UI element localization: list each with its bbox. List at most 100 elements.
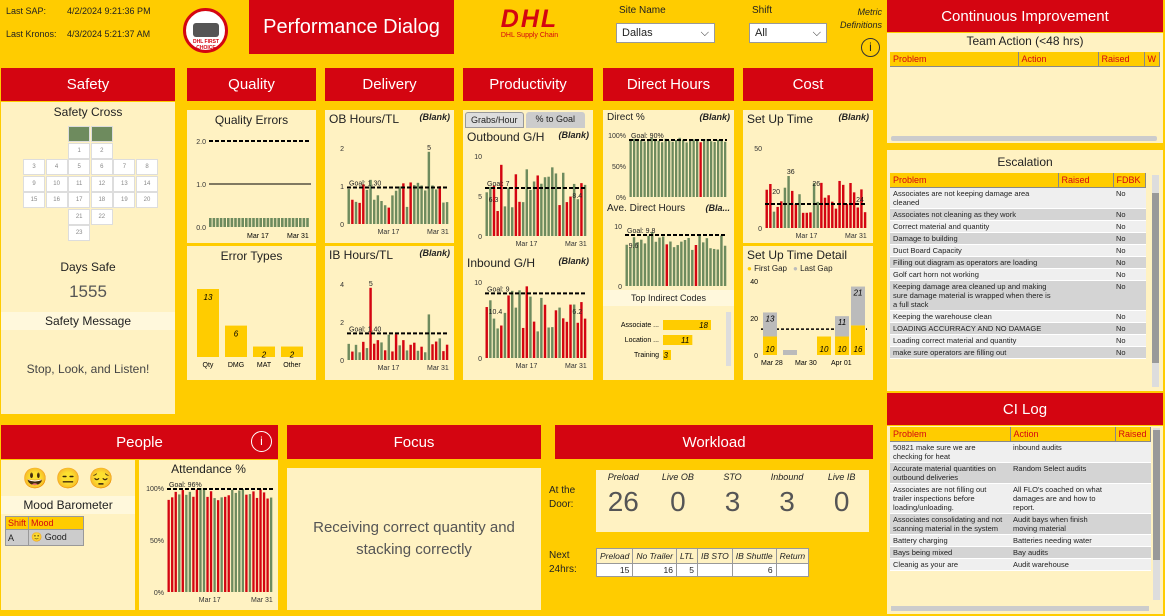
bar xyxy=(651,232,654,286)
data-label: 11 xyxy=(681,336,689,345)
bar xyxy=(224,496,227,592)
bar xyxy=(583,184,587,236)
escalation-row[interactable]: Keeping the warehouse clean No xyxy=(890,310,1146,323)
y-tick: 0 xyxy=(618,284,622,290)
bar xyxy=(291,218,295,227)
bar xyxy=(380,342,383,360)
data-label: 5 xyxy=(427,145,431,152)
ib-blank: (Blank) xyxy=(419,248,450,258)
bar xyxy=(654,140,657,197)
site-dropdown[interactable]: Dallas ⌵ xyxy=(616,23,715,43)
safety-cross-day: 6 xyxy=(90,159,113,175)
metric-definitions-link[interactable]: Metric Definitions xyxy=(836,6,882,32)
tab-pct-to-goal[interactable]: % to Goal xyxy=(525,112,586,128)
safety-cross-day: 2 xyxy=(90,142,113,159)
ci-log-row[interactable]: Associates consolidating and not scannin… xyxy=(890,513,1151,535)
bar xyxy=(791,190,794,228)
escalation-row[interactable]: LOADING ACCURRACY AND NO DAMAGE No xyxy=(890,322,1146,335)
happy-face-icon[interactable]: 😃 xyxy=(23,466,48,491)
escalation-table: Problem Raised FDBK Associates are not kee… xyxy=(890,173,1146,359)
bar xyxy=(569,304,572,358)
escalation-row[interactable]: Loading correct material and quantity No xyxy=(890,334,1146,347)
bar xyxy=(713,142,716,197)
goal-label: Goal: 90% xyxy=(631,133,664,140)
bar xyxy=(769,184,772,228)
y-tick: 100% xyxy=(608,133,626,140)
escalation-row[interactable]: Associates are not keeping damage area c… xyxy=(890,187,1146,209)
ci-log-hscroll[interactable] xyxy=(891,606,1149,611)
bar xyxy=(863,212,867,228)
setup-detail-chart: 40 20 0 10 13 10 10 11 16 21 Mar 28 Mar 30 Apr 01 xyxy=(750,279,867,367)
y-tick: 20 xyxy=(750,316,758,323)
info-icon[interactable]: i xyxy=(861,38,880,57)
top-indirect-chart: Associate ... 18 Location ... 11 Training 3 xyxy=(621,312,731,366)
bar xyxy=(503,312,507,358)
bar xyxy=(434,189,438,224)
ib-hours-title: IB Hours/TL xyxy=(329,248,394,262)
shift-dropdown[interactable]: All ⌵ xyxy=(749,23,827,43)
bar xyxy=(413,342,416,360)
bar xyxy=(558,307,561,358)
bar xyxy=(689,140,692,197)
x-tick: Mar 31 xyxy=(251,597,273,604)
bar xyxy=(647,139,650,197)
bar xyxy=(647,235,650,286)
ob-blank: (Blank) xyxy=(419,112,450,122)
ci-log-row[interactable]: Battery charging Batteries needing water xyxy=(890,534,1151,547)
bar xyxy=(720,235,723,286)
ci-log-row[interactable]: Accurate material quantities on outbound… xyxy=(890,462,1151,484)
ci-log-row[interactable]: 50821 make sure we are checking for heat… xyxy=(890,441,1151,463)
setup-detail-title: Set Up Time Detail xyxy=(747,248,848,262)
escalation-row[interactable]: Filling out diagram as operators are loa… xyxy=(890,256,1146,269)
ci-log-scrollbar[interactable] xyxy=(1153,428,1160,600)
ci-log-row[interactable]: Associates are not filling out trailer i… xyxy=(890,483,1151,514)
escalation-row[interactable]: Damage to building No xyxy=(890,232,1146,245)
bar xyxy=(277,218,280,227)
safety-cross-day: 4 xyxy=(45,159,68,175)
bar xyxy=(676,245,679,286)
bar xyxy=(306,218,309,227)
bar xyxy=(398,345,401,360)
bar xyxy=(237,218,241,227)
days-safe-value: 1555 xyxy=(69,282,107,301)
bar xyxy=(532,181,536,236)
bar xyxy=(376,195,380,224)
safety-cross-day: 9 xyxy=(23,175,45,192)
dhl-logo: DHL DHL Supply Chain xyxy=(500,5,559,40)
team-scrollbar[interactable] xyxy=(891,136,1157,141)
tab-grabs-hour[interactable]: Grabs/Hour xyxy=(465,112,524,128)
x-tick: Mar 31 xyxy=(287,233,309,239)
bar xyxy=(376,340,380,360)
escalation-row[interactable]: Keeping damage area cleaned up and makin… xyxy=(890,280,1146,311)
sad-face-icon[interactable]: 😔 xyxy=(88,466,113,491)
escalation-row[interactable]: make sure operators are filling out No xyxy=(890,346,1146,359)
safety-cross-day: 23 xyxy=(68,225,91,241)
bar xyxy=(507,295,510,358)
last-gap-bar xyxy=(783,350,797,355)
bar xyxy=(787,176,790,228)
bar xyxy=(424,352,427,360)
escalation-scrollbar[interactable] xyxy=(1152,175,1159,387)
x-tick: DMG xyxy=(228,362,244,369)
safety-cross-day: 16 xyxy=(45,192,68,208)
bar xyxy=(661,142,664,197)
data-label: 36 xyxy=(787,169,795,176)
bar xyxy=(702,242,705,286)
productivity-panel: Grabs/Hour % to Goal Outbound G/H (Blank)… xyxy=(463,110,593,380)
ci-log-row[interactable]: Cleanig as your are Audit warehouse xyxy=(890,558,1151,571)
bar xyxy=(507,187,510,236)
error-types-title: Error Types xyxy=(220,249,283,263)
ci-log-row[interactable]: Bays being mixed Bay audits xyxy=(890,546,1151,559)
safety-cross-day: 21 xyxy=(68,208,91,225)
neutral-face-icon[interactable]: 😑 xyxy=(56,466,81,491)
bar xyxy=(394,334,398,360)
people-info-icon[interactable]: i xyxy=(251,431,272,452)
bar xyxy=(270,218,273,227)
bar xyxy=(562,172,565,236)
escalation-row[interactable]: Golf cart horn not working No xyxy=(890,268,1146,281)
escalation-row[interactable]: Correct material and quantity No xyxy=(890,220,1146,233)
escalation-row[interactable]: Associates not cleaning as they work No xyxy=(890,208,1146,221)
bar xyxy=(565,202,569,236)
escalation-row[interactable]: Duct Board Capacity No xyxy=(890,244,1146,257)
bar xyxy=(654,241,658,286)
